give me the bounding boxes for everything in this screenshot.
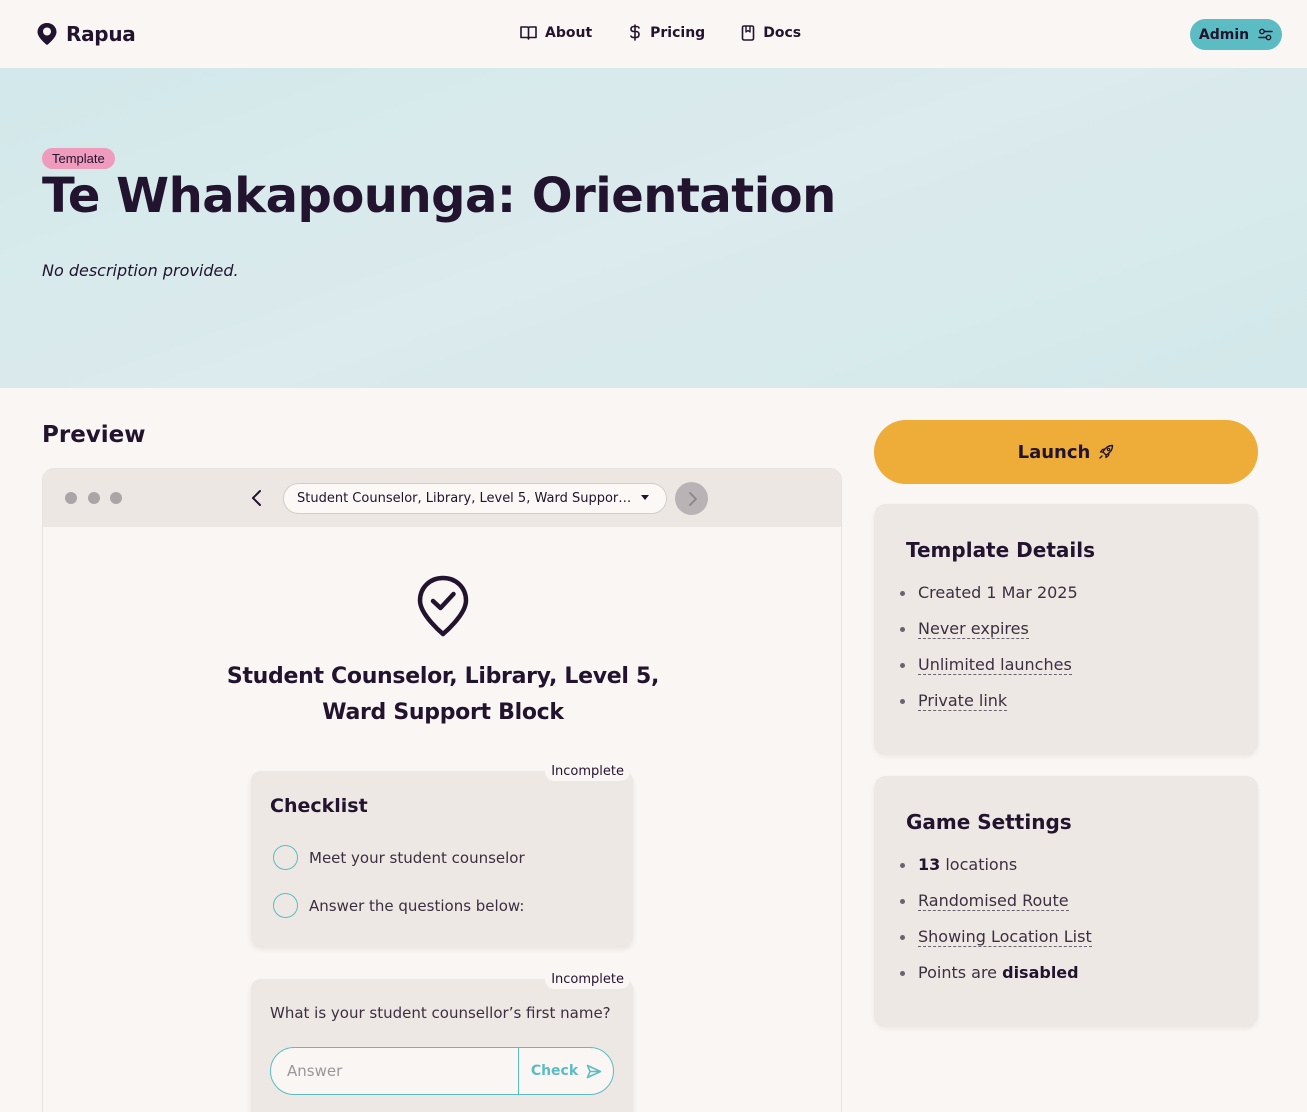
game-settings-list: 13 locations Randomised Route Showing Lo… <box>900 854 1092 998</box>
checklist-item-label: Meet your student counselor <box>309 848 525 867</box>
checklist-card: Incomplete Checklist Meet your student c… <box>251 762 633 946</box>
nav-pricing-label: Pricing <box>650 24 706 41</box>
points-state: disabled <box>1002 963 1079 982</box>
list-item: 13 locations <box>900 854 1092 890</box>
launch-button-label: Launch <box>1017 441 1091 463</box>
book-open-icon <box>520 26 537 40</box>
brand-name: Rapua <box>66 22 136 46</box>
question-card: Incomplete What is your student counsell… <box>251 970 633 1112</box>
nav-pricing[interactable]: Pricing <box>628 24 705 41</box>
list-item: Randomised Route <box>900 890 1092 926</box>
launches-tooltip-link[interactable]: Unlimited launches <box>918 655 1072 675</box>
brand-logo[interactable]: Rapua <box>36 22 136 46</box>
window-dot-2 <box>88 492 100 504</box>
checklist-item-label: Answer the questions below: <box>309 896 525 915</box>
settings-sliders-icon <box>1258 28 1273 41</box>
location-list-tooltip-link[interactable]: Showing Location List <box>918 927 1092 947</box>
location-title-line-2: Ward Support Block <box>322 700 564 725</box>
chevron-left-icon[interactable] <box>250 488 264 508</box>
chevron-right-icon <box>688 491 697 506</box>
locations-word: locations <box>940 855 1018 874</box>
launch-button[interactable]: Launch <box>874 420 1258 484</box>
hero-banner: Template Te Whakapounga: Orientation No … <box>0 68 1307 388</box>
page-title: Te Whakapounga: Orientation <box>42 168 836 224</box>
location-title-line-1: Student Counselor, Library, Level 5, <box>226 664 660 689</box>
admin-button[interactable]: Admin <box>1190 19 1282 50</box>
game-settings-title: Game Settings <box>906 810 1072 834</box>
game-settings-panel: Game Settings 13 locations Randomised Ro… <box>874 776 1258 1027</box>
checkbox-circle[interactable] <box>273 893 298 918</box>
send-icon <box>586 1064 602 1078</box>
template-details-panel: Template Details Created 1 Mar 2025 Neve… <box>874 504 1258 755</box>
dollar-icon <box>630 24 640 41</box>
template-badge: Template <box>42 148 115 169</box>
page-description: No description provided. <box>42 261 239 280</box>
window-dot-1 <box>65 492 77 504</box>
nav-docs-label: Docs <box>763 24 802 41</box>
checklist-title: Checklist <box>270 795 368 817</box>
location-title: Student Counselor, Library, Level 5, War… <box>193 659 693 731</box>
created-date: Created 1 Mar 2025 <box>918 583 1078 602</box>
rocket-icon <box>1099 444 1114 459</box>
locations-count: 13 <box>918 855 941 874</box>
next-location-button[interactable] <box>675 482 708 515</box>
template-details-title: Template Details <box>906 538 1095 562</box>
checklist-item[interactable]: Answer the questions below: <box>273 893 524 918</box>
expiry-tooltip-link[interactable]: Never expires <box>918 619 1029 639</box>
list-item: Created 1 Mar 2025 <box>900 582 1078 618</box>
list-item: Showing Location List <box>900 926 1092 962</box>
list-item: Unlimited launches <box>900 654 1078 690</box>
bookmark-book-icon <box>741 24 755 41</box>
check-answer-button[interactable]: Check <box>518 1048 614 1094</box>
caret-down-icon <box>641 495 649 500</box>
question-text: What is your student counsellor’s first … <box>270 1004 611 1022</box>
nav-docs[interactable]: Docs <box>741 24 801 41</box>
answer-group: Check <box>270 1047 614 1095</box>
private-link-tooltip[interactable]: Private link <box>918 691 1008 711</box>
checklist-item[interactable]: Meet your student counselor <box>273 845 525 870</box>
checkbox-circle[interactable] <box>273 845 298 870</box>
window-dot-3 <box>110 492 122 504</box>
points-prefix: Points are <box>918 963 1003 982</box>
location-select[interactable]: Student Counselor, Library, Level 5, War… <box>283 483 667 514</box>
preview-heading: Preview <box>42 422 146 448</box>
status-badge: Incomplete <box>545 970 630 989</box>
nav-about[interactable]: About <box>520 24 592 41</box>
preview-browser-frame: Student Counselor, Library, Level 5, War… <box>42 468 842 1112</box>
list-item: Private link <box>900 690 1078 726</box>
list-item: Never expires <box>900 618 1078 654</box>
answer-input[interactable] <box>271 1048 518 1094</box>
main-nav: About Pricing Docs <box>520 24 837 41</box>
map-pin-check-icon <box>417 575 469 637</box>
route-tooltip-link[interactable]: Randomised Route <box>918 891 1069 911</box>
list-item: Points are disabled <box>900 962 1092 998</box>
status-badge: Incomplete <box>545 762 630 781</box>
top-navbar: Rapua About Pricing Docs Admin <box>0 0 1307 68</box>
map-pin-logo-icon <box>37 23 57 45</box>
admin-button-label: Admin <box>1198 26 1250 43</box>
template-details-list: Created 1 Mar 2025 Never expires Unlimit… <box>900 582 1078 726</box>
browser-toolbar: Student Counselor, Library, Level 5, War… <box>43 469 841 527</box>
check-answer-label: Check <box>530 1063 579 1079</box>
nav-about-label: About <box>545 24 593 41</box>
